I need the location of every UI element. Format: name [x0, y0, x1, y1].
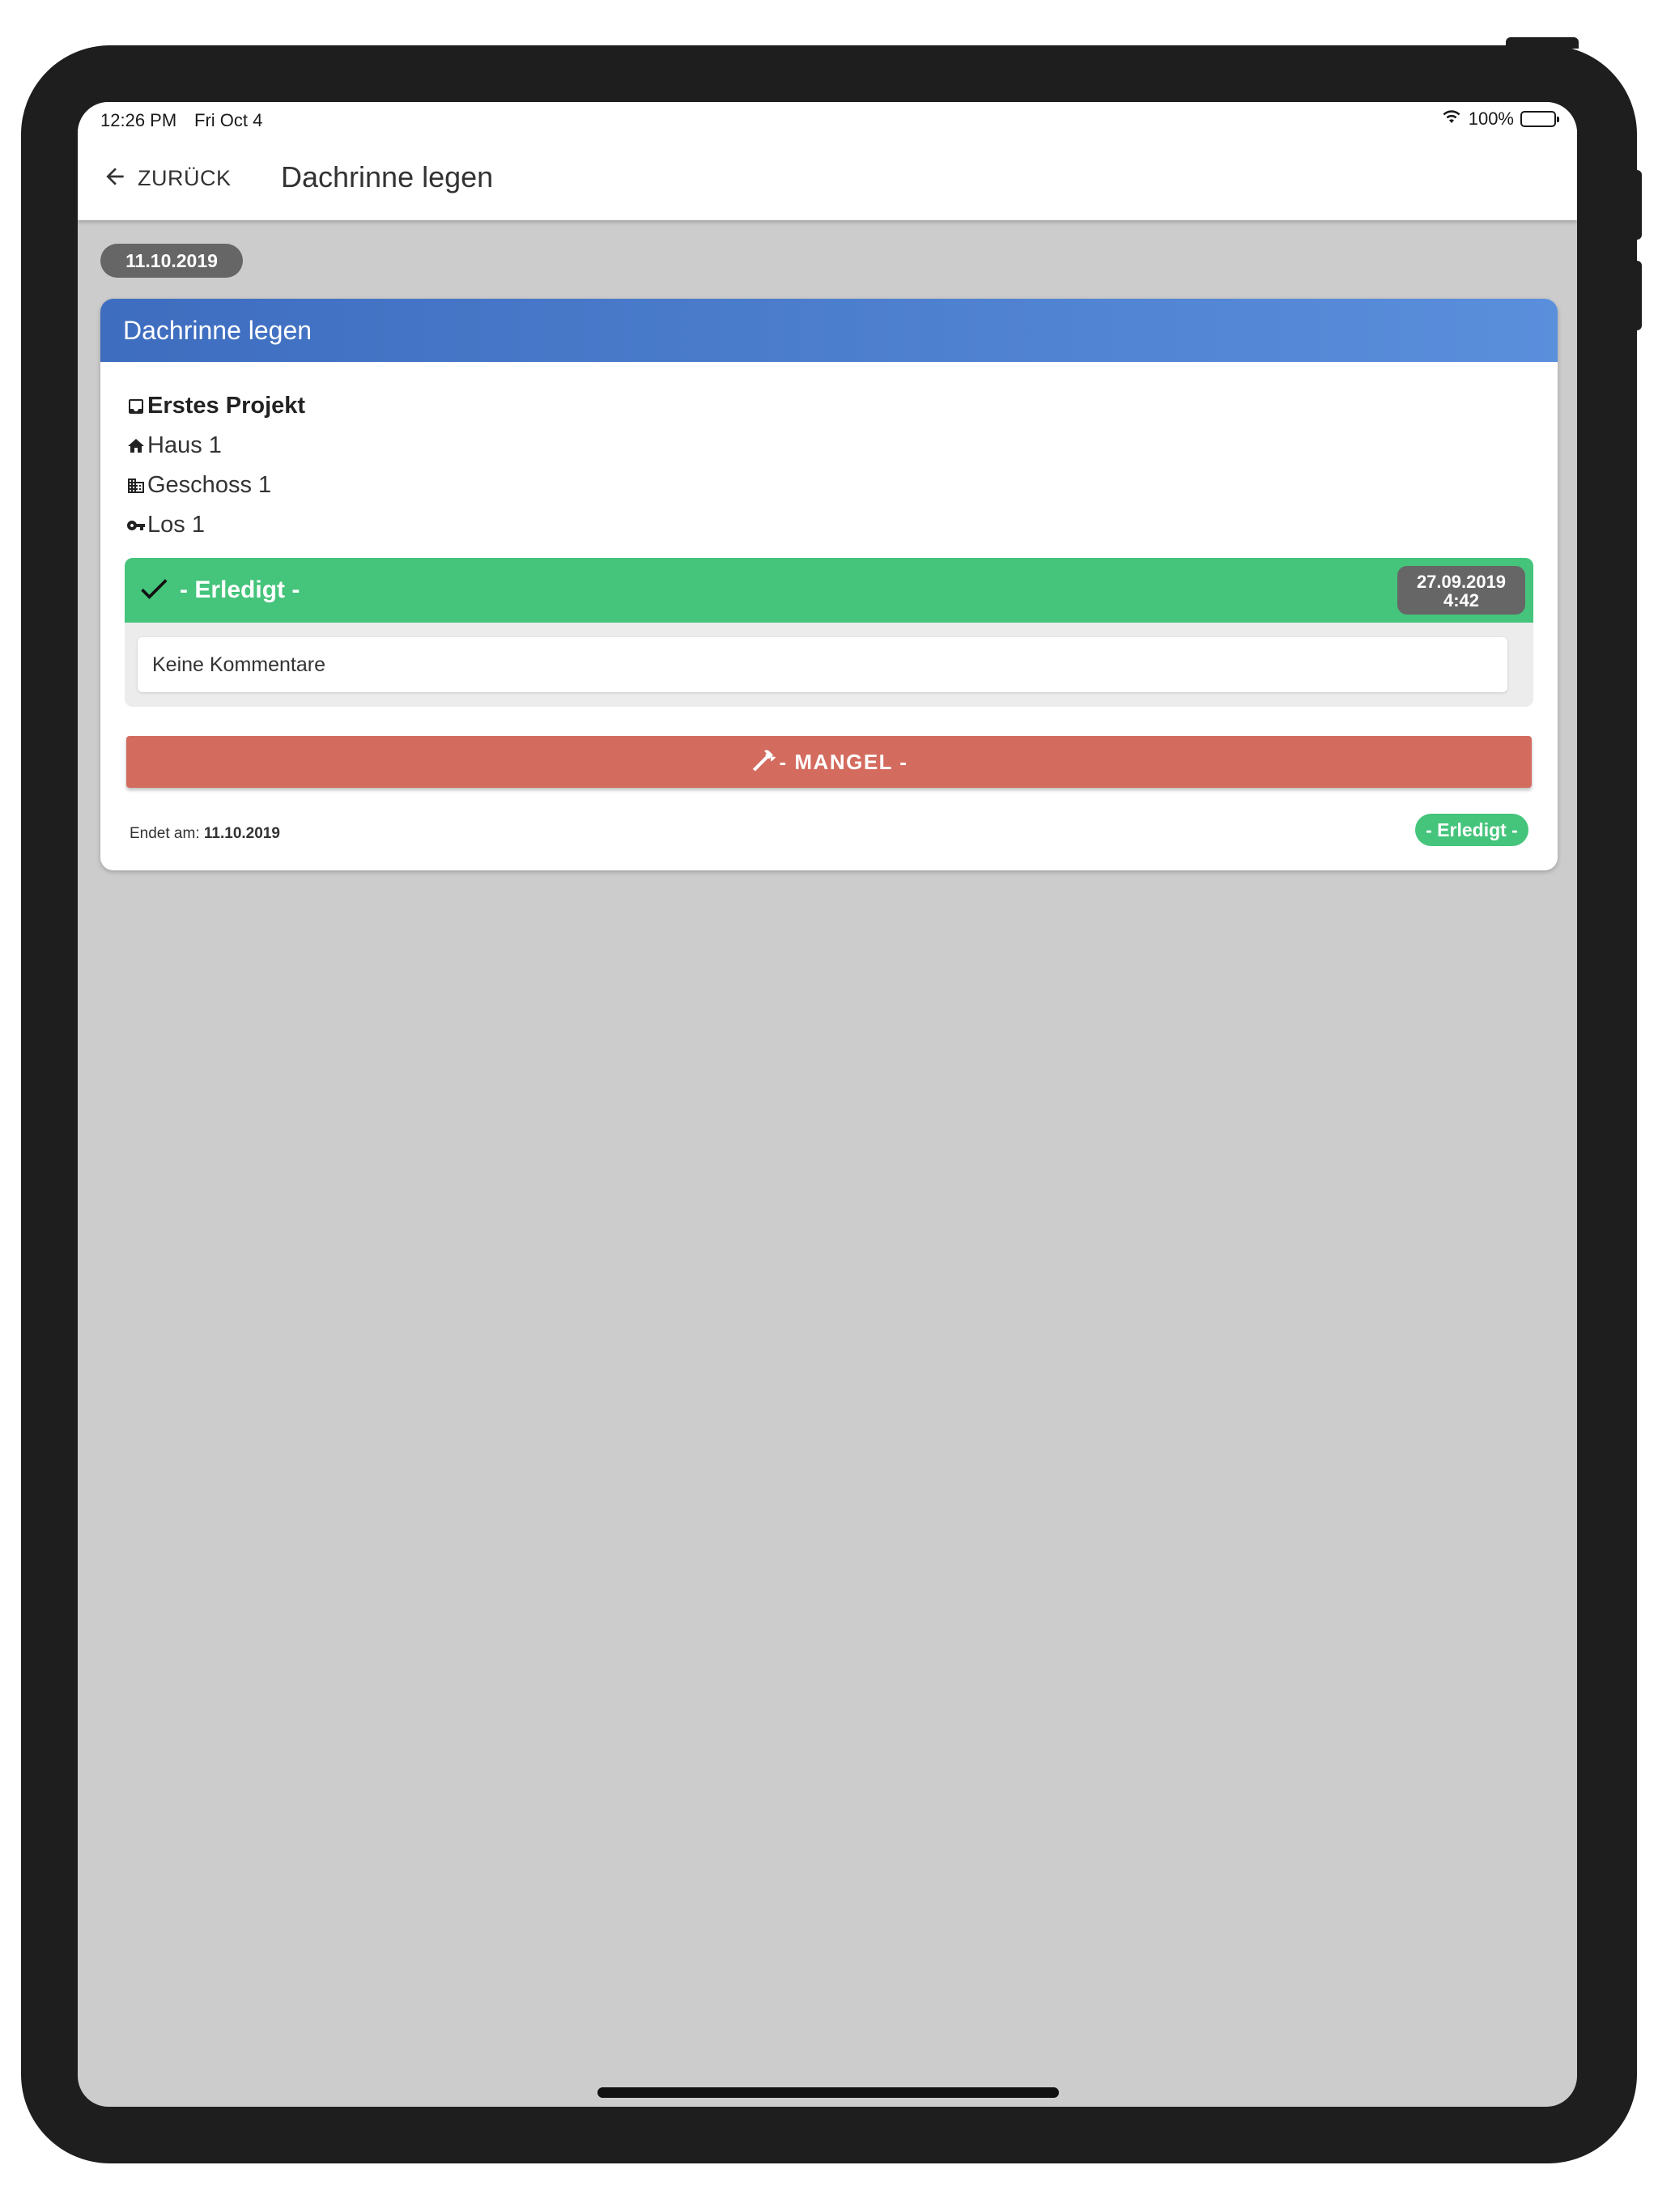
- status-date: 27.09.2019: [1416, 572, 1507, 592]
- card-title: Dachrinne legen: [123, 315, 312, 345]
- comment-box: Keine Kommentare: [138, 637, 1507, 692]
- battery-percent: 100%: [1468, 108, 1514, 129]
- project-row: Erstes Projekt: [125, 386, 305, 426]
- status-time: 4:42: [1443, 590, 1480, 610]
- status-header: - Erledigt - 27.09.2019 4:42: [125, 558, 1533, 623]
- screen: 12:26 PM Fri Oct 4 100% ZURÜCK Dachrinne…: [78, 102, 1577, 2107]
- status-label: - Erledigt -: [180, 576, 300, 603]
- status-block: - Erledigt - 27.09.2019 4:42 Keine Komme…: [125, 558, 1533, 707]
- building-icon: [125, 474, 147, 498]
- floor-row: Geschoss 1: [125, 466, 305, 505]
- back-label: ZURÜCK: [138, 165, 232, 190]
- task-info-list: Erstes Projekt Haus 1 Geschoss 1 Los 1: [125, 386, 305, 545]
- page-title: Dachrinne legen: [281, 160, 494, 194]
- house-row: Haus 1: [125, 426, 305, 466]
- status-date: Fri Oct 4: [194, 110, 263, 130]
- date-chip: 11.10.2019: [100, 244, 243, 278]
- task-card: Dachrinne legen Erstes Projekt Haus 1 Ge…: [100, 299, 1558, 870]
- end-date-label: Endet am:: [130, 825, 200, 842]
- battery-icon: [1520, 111, 1559, 127]
- home-icon: [125, 434, 147, 458]
- hammer-icon: [750, 747, 778, 778]
- lot-row: Los 1: [125, 505, 305, 545]
- mangel-button[interactable]: - MANGEL -: [126, 736, 1532, 788]
- app-header: ZURÜCK Dachrinne legen: [78, 136, 1577, 220]
- mangel-label: - MANGEL -: [779, 749, 908, 774]
- card-header: Dachrinne legen: [100, 299, 1558, 362]
- status-bar: 12:26 PM Fri Oct 4 100%: [78, 102, 1577, 136]
- inbox-icon: [125, 394, 147, 419]
- project-name: Erstes Projekt: [147, 393, 306, 419]
- status-timestamp-badge: 27.09.2019 4:42: [1397, 566, 1525, 615]
- house-name: Haus 1: [147, 432, 222, 458]
- arrow-left-icon: [102, 164, 128, 194]
- status-time: 12:26 PM: [100, 110, 177, 130]
- key-icon: [125, 513, 147, 538]
- back-button[interactable]: ZURÜCK: [102, 159, 232, 198]
- floor-name: Geschoss 1: [147, 472, 272, 498]
- wifi-icon: [1441, 108, 1462, 130]
- home-indicator[interactable]: [597, 2087, 1059, 2098]
- tablet-frame: 12:26 PM Fri Oct 4 100% ZURÜCK Dachrinne…: [21, 45, 1637, 2163]
- end-date: Endet am: 11.10.2019: [130, 825, 280, 843]
- lot-name: Los 1: [147, 512, 205, 538]
- status-indicators: 100%: [1441, 108, 1559, 130]
- status-badge: - Erledigt -: [1415, 814, 1528, 846]
- check-icon: [136, 571, 172, 610]
- end-date-value: 11.10.2019: [203, 825, 280, 842]
